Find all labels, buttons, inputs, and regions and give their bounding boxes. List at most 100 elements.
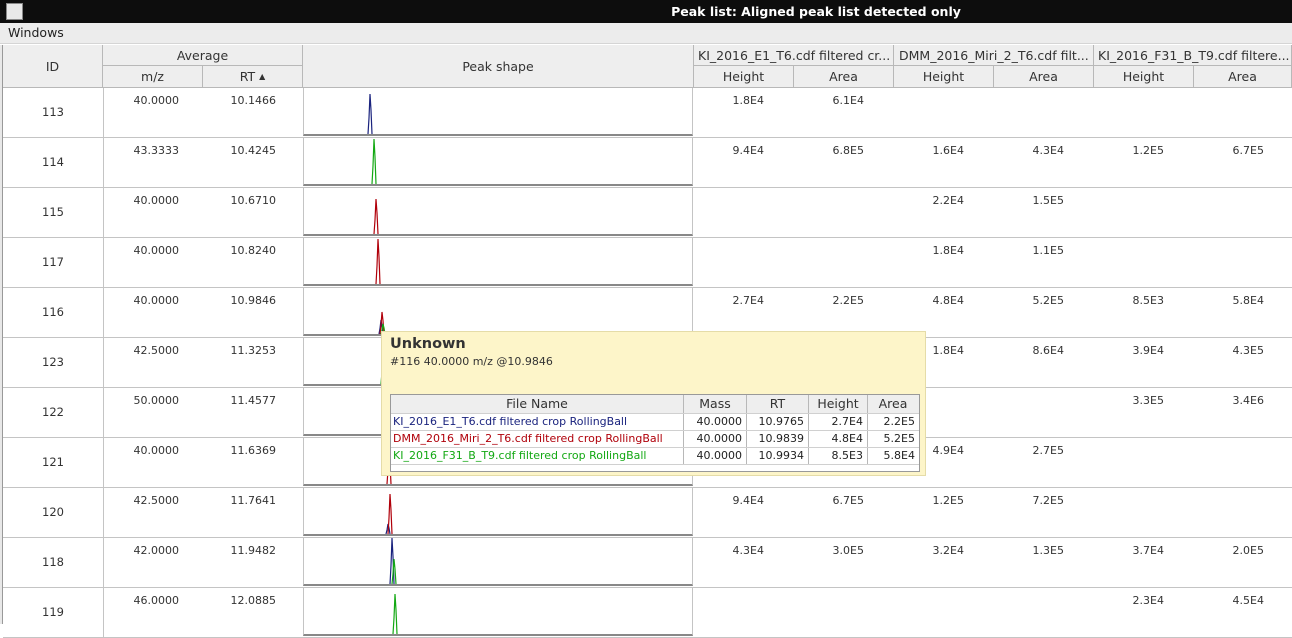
tooltip-area: 2.2E5 [883,415,915,428]
tooltip-rt: 10.9839 [758,432,805,445]
cell-peak-shape[interactable] [303,138,693,186]
menu-windows[interactable]: Windows [8,25,64,40]
column-header-mz[interactable]: m/z [103,66,203,88]
peak-trace [392,593,398,634]
table-row[interactable]: 118 42.0000 11.9482 4.3E4 3.0E5 3.2E4 1.3E5 3.7… [3,538,1292,588]
cell-id: 116 [3,288,104,337]
peak-trace [373,198,379,234]
menu-bar: Windows [0,23,1292,44]
cell-rt: 10.6710 [230,194,277,207]
tooltip-area: 5.8E4 [883,449,915,462]
column-header-file2-height[interactable]: Height [894,66,994,88]
peak-shape-plot [392,593,398,634]
cell-rt: 11.7641 [230,494,277,507]
tooltip-area: 5.2E5 [883,432,915,445]
column-header-file3-area[interactable]: Area [1194,66,1292,88]
cell-f1a: 3.0E5 [832,544,864,557]
cell-id: 114 [3,138,104,187]
cell-peak-shape[interactable] [303,238,693,286]
tooltip-file-name: DMM_2016_Miri_2_T6.cdf filtered crop Rol… [393,432,663,445]
cell-f2a: 4.3E4 [1032,144,1064,157]
cell-f2a: 5.2E5 [1032,294,1064,307]
cell-rt: 10.1466 [230,94,277,107]
window-title: Peak list: Aligned peak list detected on… [671,4,961,19]
tooltip-height: 2.7E4 [831,415,863,428]
cell-id: 117 [3,238,104,287]
cell-peak-shape[interactable] [303,588,693,636]
cell-f1a: 6.7E5 [832,494,864,507]
cell-rt: 11.3253 [230,344,277,357]
cell-f1a: 6.1E4 [832,94,864,107]
tooltip-row: KI_2016_F31_B_T9.cdf filtered crop Rolli… [391,448,919,465]
peak-shape-plot [373,198,379,234]
cell-f2a: 1.1E5 [1032,244,1064,257]
table-row[interactable]: 113 40.0000 10.1466 1.8E4 6.1E4 [3,88,1292,138]
table-row[interactable]: 115 40.0000 10.6710 2.2E4 1.5E5 [3,188,1292,238]
cell-peak-shape[interactable] [303,188,693,236]
cell-f1a: 2.2E5 [832,294,864,307]
cell-rt: 10.4245 [230,144,277,157]
table-row[interactable]: 119 46.0000 12.0885 2.3E4 4.5E4 [3,588,1292,638]
cell-mz: 42.5000 [133,344,180,357]
cell-peak-shape[interactable] [303,88,693,136]
cell-f2a: 7.2E5 [1032,494,1064,507]
tooltip-row: KI_2016_E1_T6.cdf filtered crop RollingB… [391,414,919,431]
cell-f2a: 1.3E5 [1032,544,1064,557]
cell-mz: 46.0000 [133,594,180,607]
column-group-file-2[interactable]: DMM_2016_Miri_2_T6.cdf filt... [894,45,1094,66]
column-header-rt[interactable]: RT ▲ [203,66,303,88]
peak-shape-plot [389,538,397,584]
cell-rt: 10.8240 [230,244,277,257]
cell-mz: 50.0000 [133,394,180,407]
cell-f1a: 6.8E5 [832,144,864,157]
tooltip-col-rt: RT [769,396,786,411]
cell-mz: 42.5000 [133,494,180,507]
cell-mz: 40.0000 [133,194,180,207]
cell-f2h: 1.8E4 [932,244,964,257]
cell-mz: 40.0000 [133,294,180,307]
cell-peak-shape[interactable] [303,538,693,586]
cell-id: 123 [3,338,104,387]
sort-ascending-icon: ▲ [259,72,266,81]
title-bar: Peak list: Aligned peak list detected on… [0,0,1292,23]
column-header-file1-area[interactable]: Area [794,66,894,88]
tooltip-file-name: KI_2016_F31_B_T9.cdf filtered crop Rolli… [393,449,647,462]
cell-rt: 11.6369 [230,444,277,457]
cell-f3h: 3.3E5 [1132,394,1164,407]
column-header-file2-area[interactable]: Area [994,66,1094,88]
cell-mz: 40.0000 [133,444,180,457]
cell-id: 121 [3,438,104,487]
column-group-file-1[interactable]: KI_2016_E1_T6.cdf filtered cr... [694,45,894,66]
peak-shape-plot [375,238,381,284]
cell-f3a: 3.4E6 [1232,394,1264,407]
column-header-file1-height[interactable]: Height [694,66,794,88]
tooltip-subtitle: #116 40.0000 m/z @10.9846 [390,355,553,368]
column-header-id[interactable]: ID [3,45,103,88]
column-group-file-3[interactable]: KI_2016_F31_B_T9.cdf filtere... [1094,45,1292,66]
cell-f3h: 1.2E5 [1132,144,1164,157]
peak-shape-plot [371,138,377,184]
tooltip-table-header: File Name Mass RT Height Area [391,395,919,414]
cell-rt: 11.4577 [230,394,277,407]
cell-f1h: 1.8E4 [732,94,764,107]
tooltip-mass: 40.0000 [696,449,743,462]
cell-f3a: 4.5E4 [1232,594,1264,607]
tooltip-col-height: Height [817,396,859,411]
cell-peak-shape[interactable] [303,488,693,536]
column-header-file3-height[interactable]: Height [1094,66,1194,88]
cell-f3a: 2.0E5 [1232,544,1264,557]
cell-f1h: 2.7E4 [732,294,764,307]
cell-f2h: 1.6E4 [932,144,964,157]
table-row[interactable]: 117 40.0000 10.8240 1.8E4 1.1E5 [3,238,1292,288]
peak-trace [371,138,377,184]
tooltip-rt: 10.9934 [758,449,805,462]
cell-f1h: 9.4E4 [732,494,764,507]
cell-f2h: 2.2E4 [932,194,964,207]
table-row[interactable]: 120 42.5000 11.7641 9.4E4 6.7E5 1.2E5 7.2E5 [3,488,1292,538]
column-header-peak-shape[interactable]: Peak shape [303,45,694,88]
table-row[interactable]: 114 43.3333 10.4245 9.4E4 6.8E5 1.6E4 4.3E4 1.2… [3,138,1292,188]
cell-f3h: 3.7E4 [1132,544,1164,557]
cell-f2h: 4.8E4 [932,294,964,307]
cell-peak-shape[interactable] [303,288,693,336]
peak-trace [367,93,373,134]
